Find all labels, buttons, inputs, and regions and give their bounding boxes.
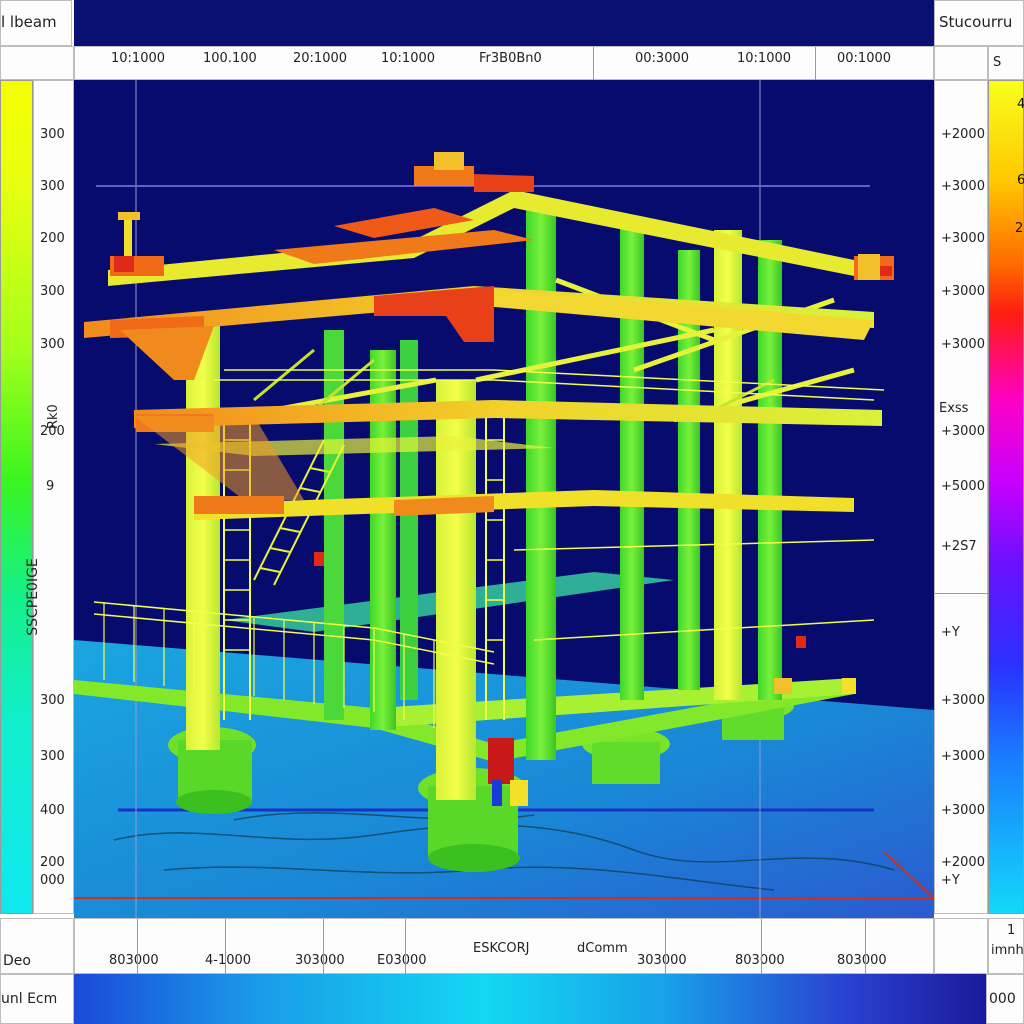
- left-tick: 300: [40, 337, 65, 352]
- right-tick: +2000: [941, 127, 985, 142]
- top-right-header-2: S: [988, 46, 1024, 80]
- top-axis: 10:1000 100.100 20:1000 10:1000 Fr3B0Bn0…: [74, 46, 934, 81]
- left-tick: 200: [40, 424, 65, 439]
- left-tick: 300: [40, 749, 65, 764]
- top-header-bar: [74, 0, 934, 46]
- bottom-tick: 803000: [735, 953, 785, 968]
- bottom-tick: 803000: [109, 953, 159, 968]
- bottom-tick: dComm: [577, 941, 628, 956]
- 3d-viewport[interactable]: [74, 80, 934, 918]
- bottom-axis: 803000 4-1000 303000 E03000 ESKCORJ dCom…: [74, 918, 934, 975]
- left-tick: 200: [40, 231, 65, 246]
- right-tick: +2000: [941, 855, 985, 870]
- bottom-left-box: Deo: [0, 918, 74, 974]
- right-tick: +3000: [941, 749, 985, 764]
- right-axis-label: Exss: [939, 401, 969, 416]
- right-scale: +2000 +3000 +3000 +3000 +3000 Exss +3000…: [934, 80, 989, 914]
- bottom-right-box: [934, 918, 988, 974]
- right-bar-mark: 2: [1015, 221, 1024, 236]
- window-title-right: Stucourru: [939, 13, 1013, 31]
- bottom-tick: ESKCORJ: [473, 941, 530, 956]
- top-tick: 20:1000: [293, 51, 348, 66]
- title-box-right: Stucourru: [934, 0, 1024, 46]
- structure-render: [74, 80, 934, 918]
- right-tick: +3000: [941, 231, 985, 246]
- bottom-tick: E03000: [377, 953, 427, 968]
- left-tick: 300: [40, 693, 65, 708]
- bottom-left-label: Deo: [3, 953, 31, 969]
- left-tick: 300: [40, 127, 65, 142]
- left-tick: 200: [40, 855, 65, 870]
- left-tick: 400: [40, 803, 65, 818]
- right-tick: +Y: [941, 625, 960, 640]
- left-color-bar: [0, 80, 33, 914]
- top-tick: Fr3B0Bn0: [479, 51, 542, 66]
- title-box-left: l lbeam: [0, 0, 72, 46]
- bottom-right-label-2: imnh: [991, 943, 1024, 958]
- right-tick: +Y: [941, 873, 960, 888]
- left-tick: 9: [46, 479, 55, 494]
- right-tick: +2S7: [941, 539, 977, 554]
- left-scale: 300 300 200 300 300 Rk0 200 9 SSCPE0IGE …: [25, 80, 74, 914]
- status-right-value: 000: [989, 991, 1016, 1007]
- top-right-header: [934, 46, 988, 80]
- top-tick: 10:1000: [381, 51, 436, 66]
- status-right: 000: [986, 974, 1024, 1024]
- right-tick: +3000: [941, 424, 985, 439]
- right-bar-mark: 4: [1017, 97, 1024, 112]
- top-left-corner: [0, 46, 74, 80]
- bottom-tick: 803000: [837, 953, 887, 968]
- left-tick: 300: [40, 179, 65, 194]
- top-tick: 10:1000: [737, 51, 792, 66]
- right-color-bar: 4 6 2: [988, 80, 1024, 914]
- bottom-right-label-box: 1 imnh: [988, 918, 1024, 974]
- status-color-bar: [74, 974, 986, 1024]
- top-tick: 00:3000: [635, 51, 690, 66]
- left-tick: 000: [40, 873, 65, 888]
- bottom-right-label-1: 1: [1007, 923, 1016, 938]
- window-title-left: l lbeam: [1, 13, 57, 31]
- right-tick: +3000: [941, 284, 985, 299]
- status-left: unl Ecm: [0, 974, 74, 1024]
- bottom-tick: 303000: [295, 953, 345, 968]
- right-tick: +5000: [941, 479, 985, 494]
- top-tick: 10:1000: [111, 51, 166, 66]
- right-header-label: S: [993, 55, 1002, 70]
- bottom-tick: 303000: [637, 953, 687, 968]
- right-tick: +3000: [941, 337, 985, 352]
- top-tick: 00:1000: [837, 51, 892, 66]
- right-bar-mark: 6: [1017, 173, 1024, 188]
- bottom-tick: 4-1000: [205, 953, 252, 968]
- left-axis-title: SSCPE0IGE: [24, 558, 41, 636]
- left-tick: 300: [40, 284, 65, 299]
- right-tick: +3000: [941, 179, 985, 194]
- right-tick: +3000: [941, 693, 985, 708]
- status-left-label: unl Ecm: [1, 991, 58, 1007]
- right-tick: +3000: [941, 803, 985, 818]
- top-tick: 100.100: [203, 51, 257, 66]
